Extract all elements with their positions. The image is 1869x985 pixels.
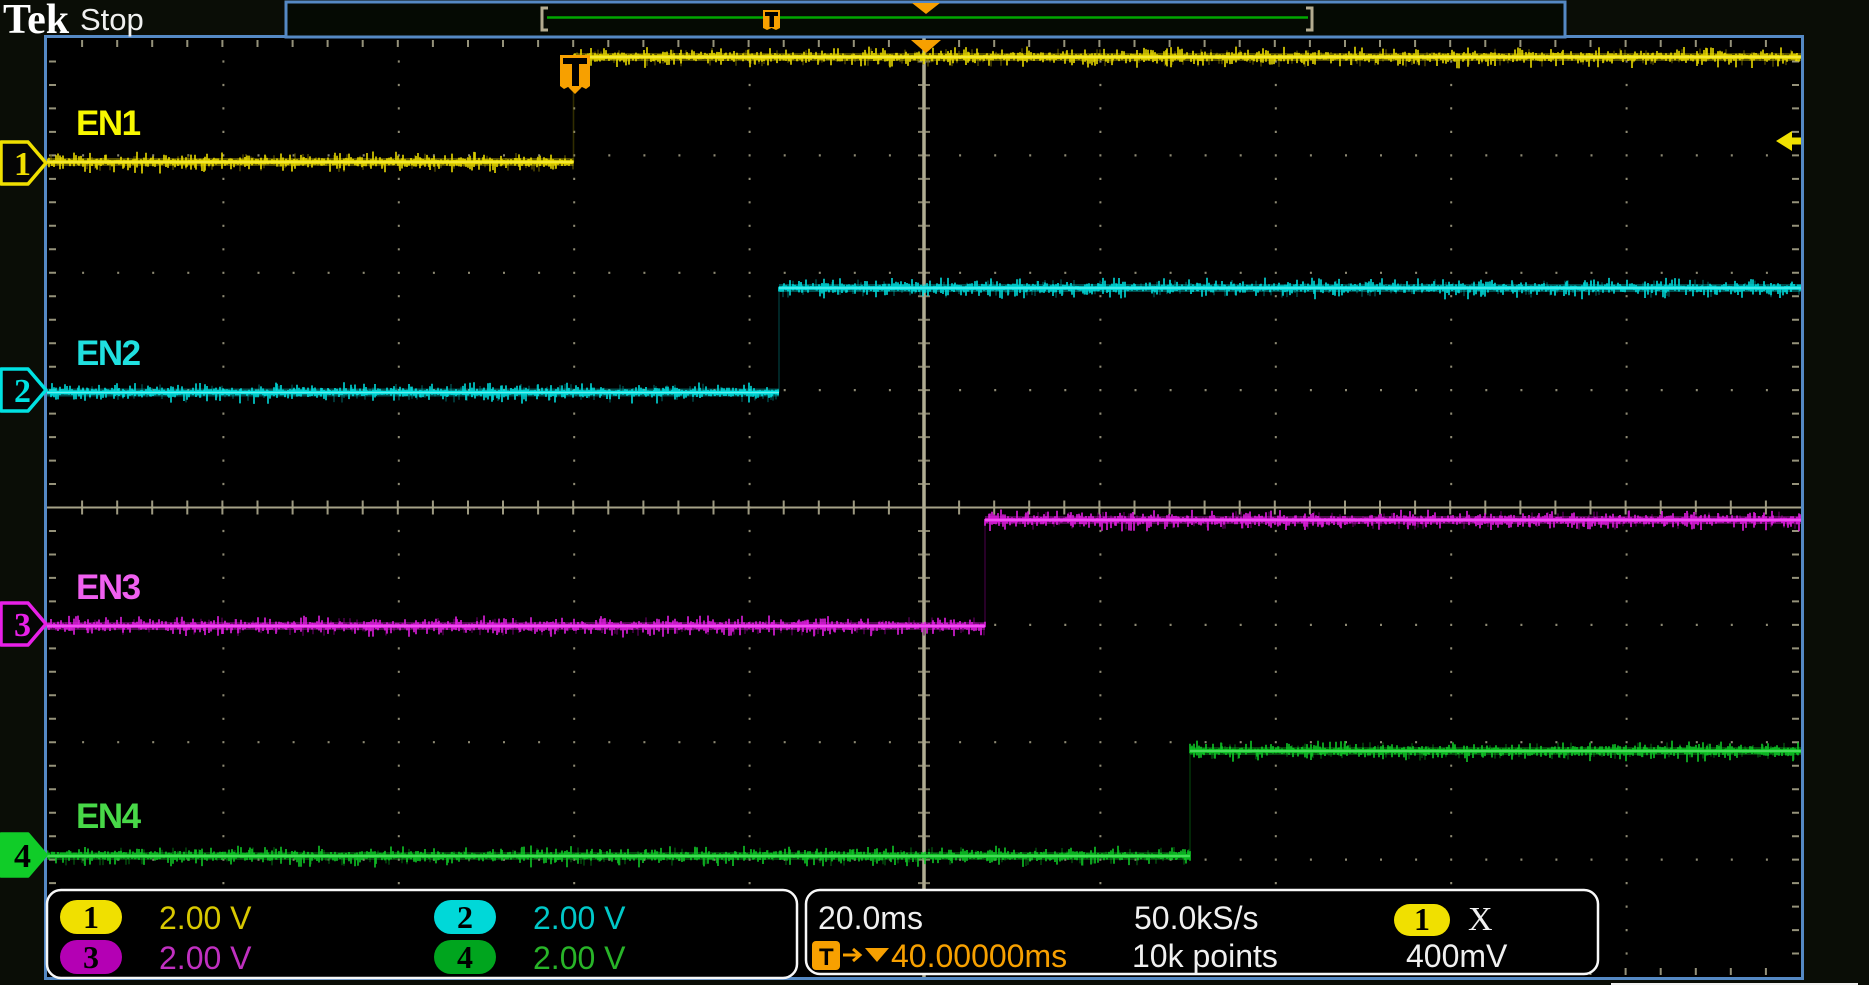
svg-text:50.0kS/s: 50.0kS/s (1134, 900, 1259, 936)
svg-text:2.00 V: 2.00 V (533, 900, 626, 936)
svg-text:EN2: EN2 (76, 334, 141, 373)
svg-text:1: 1 (14, 146, 31, 183)
svg-text:2.00 V: 2.00 V (159, 900, 252, 936)
svg-text:T: T (819, 944, 834, 971)
svg-text:3: 3 (83, 939, 99, 975)
svg-text:1: 1 (1414, 901, 1430, 937)
svg-text:20.0ms: 20.0ms (818, 900, 923, 936)
svg-text:X: X (1468, 901, 1493, 938)
svg-text:2.00 V: 2.00 V (159, 940, 252, 976)
svg-text:1: 1 (83, 899, 99, 935)
svg-text:40.00000ms: 40.00000ms (891, 938, 1067, 974)
svg-text:Stop: Stop (80, 2, 144, 37)
svg-text:EN1: EN1 (76, 104, 141, 143)
svg-text:3: 3 (14, 607, 31, 644)
svg-text:2.00 V: 2.00 V (533, 940, 626, 976)
svg-text:EN4: EN4 (76, 797, 142, 836)
svg-text:400mV: 400mV (1406, 938, 1508, 974)
svg-text:4: 4 (14, 838, 31, 875)
svg-text:EN3: EN3 (76, 568, 141, 607)
svg-text:2: 2 (457, 899, 473, 935)
svg-text:Tek: Tek (3, 0, 70, 43)
svg-text:2: 2 (14, 373, 31, 410)
svg-text:4: 4 (457, 939, 473, 975)
svg-text:10k points: 10k points (1132, 938, 1278, 974)
